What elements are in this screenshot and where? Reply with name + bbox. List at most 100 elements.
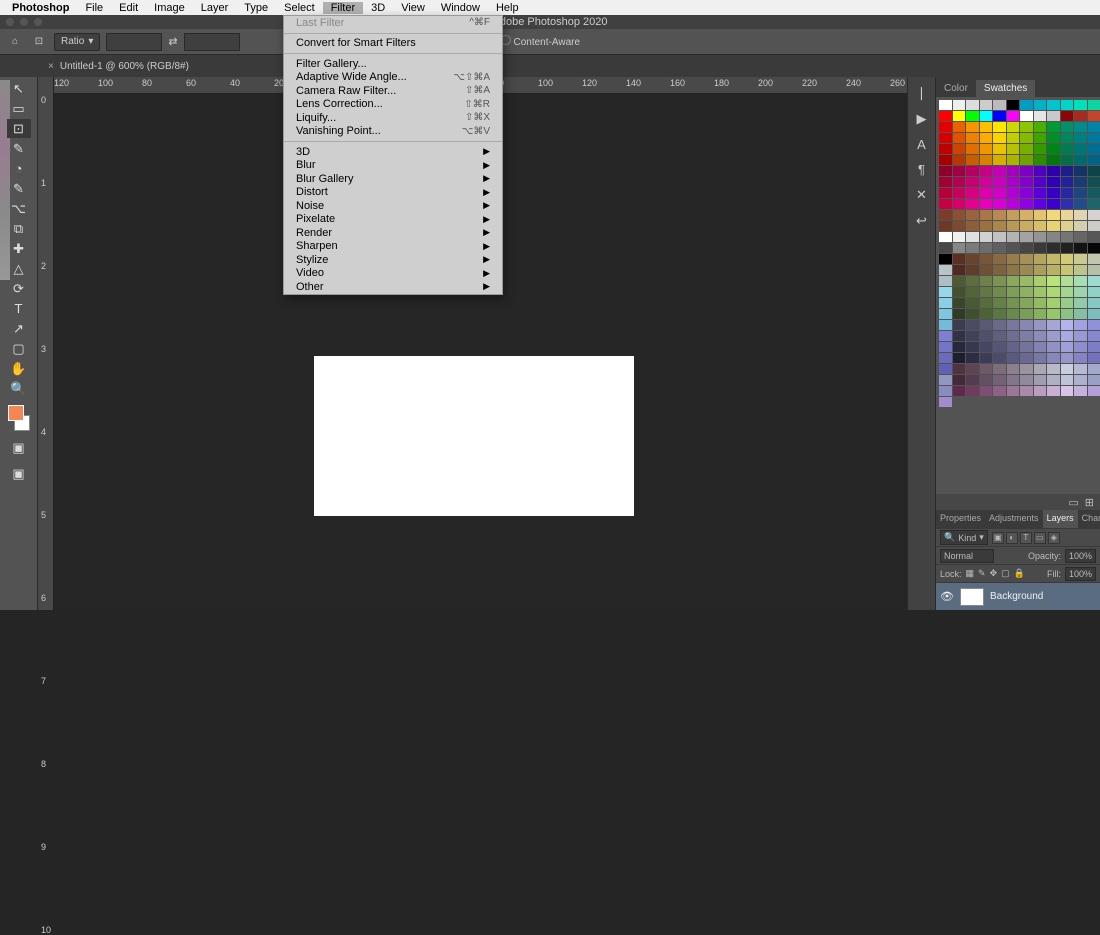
swatch[interactable] <box>939 386 952 396</box>
swatch[interactable] <box>1074 287 1087 297</box>
swatch[interactable] <box>1020 155 1033 165</box>
fill-input[interactable]: 100% <box>1065 567 1096 581</box>
screen-mode-button[interactable]: ▣ <box>7 464 31 483</box>
swatch[interactable] <box>1034 276 1047 286</box>
swatch[interactable] <box>993 331 1006 341</box>
swatch[interactable] <box>993 199 1006 209</box>
swatch[interactable] <box>1047 265 1060 275</box>
swatch[interactable] <box>1020 364 1033 374</box>
swatch[interactable] <box>1074 166 1087 176</box>
swatch[interactable] <box>1007 111 1020 121</box>
swatch[interactable] <box>953 265 966 275</box>
swatch[interactable] <box>993 298 1006 308</box>
swatch[interactable] <box>1020 287 1033 297</box>
swatch[interactable] <box>980 298 993 308</box>
new-swatch-icon[interactable]: ⊞ <box>1085 496 1094 509</box>
swatch[interactable] <box>1047 144 1060 154</box>
swatch[interactable] <box>993 122 1006 132</box>
lock-brush-icon[interactable]: ✎ <box>978 568 986 579</box>
swatch[interactable] <box>1034 221 1047 231</box>
swatch[interactable] <box>1020 331 1033 341</box>
marquee-tool[interactable]: ▭ <box>7 99 31 118</box>
swatch[interactable] <box>939 320 952 330</box>
swatch[interactable] <box>1034 122 1047 132</box>
swatch[interactable] <box>1061 254 1074 264</box>
swatch[interactable] <box>1088 133 1100 143</box>
swatch[interactable] <box>1074 221 1087 231</box>
folder-icon[interactable]: ▭ <box>1068 496 1078 509</box>
traffic-light-close[interactable] <box>6 18 14 26</box>
swatch[interactable] <box>993 232 1006 242</box>
swatch[interactable] <box>1007 177 1020 187</box>
swatch[interactable] <box>1074 254 1087 264</box>
swatch[interactable] <box>1061 155 1074 165</box>
swatch[interactable] <box>939 111 952 121</box>
swatch[interactable] <box>993 111 1006 121</box>
lock-position-icon[interactable]: ✥ <box>990 568 998 579</box>
tab-layers[interactable]: Layers <box>1043 510 1078 528</box>
swatch[interactable] <box>1074 309 1087 319</box>
swatch[interactable] <box>953 166 966 176</box>
menu-filter[interactable]: Filter <box>323 2 363 14</box>
para-icon[interactable]: ¶ <box>918 162 925 177</box>
swatch[interactable] <box>1034 188 1047 198</box>
swatch[interactable] <box>953 353 966 363</box>
content-aware-check[interactable]: Content-Aware <box>501 35 581 48</box>
swatch[interactable] <box>1020 320 1033 330</box>
tab-color[interactable]: Color <box>936 80 976 97</box>
swatch[interactable] <box>1074 265 1087 275</box>
opacity-input[interactable]: 100% <box>1065 549 1096 563</box>
swatch[interactable] <box>1074 320 1087 330</box>
swatch[interactable] <box>1074 210 1087 220</box>
swatch[interactable] <box>993 276 1006 286</box>
swatch[interactable] <box>1047 353 1060 363</box>
swatch[interactable] <box>1088 166 1100 176</box>
swatch[interactable] <box>1007 100 1020 110</box>
swatch[interactable] <box>1047 320 1060 330</box>
swatch[interactable] <box>1034 364 1047 374</box>
swatch[interactable] <box>953 177 966 187</box>
swatch[interactable] <box>1088 122 1100 132</box>
menuitem-other[interactable]: Other▶ <box>284 280 502 294</box>
swatch[interactable] <box>993 254 1006 264</box>
filter-pixel-icon[interactable]: ▣ <box>992 532 1004 544</box>
swatch[interactable] <box>953 364 966 374</box>
swatch[interactable] <box>1061 353 1074 363</box>
swatch[interactable] <box>1020 386 1033 396</box>
swatch[interactable] <box>953 210 966 220</box>
swatch[interactable] <box>1061 364 1074 374</box>
swatch[interactable] <box>966 155 979 165</box>
swatch[interactable] <box>1047 243 1060 253</box>
swatch[interactable] <box>993 166 1006 176</box>
swatch[interactable] <box>1007 375 1020 385</box>
lock-artboard-icon[interactable]: ▢ <box>1001 568 1010 579</box>
eyedropper-tool[interactable]: ✎ <box>7 139 31 158</box>
swatch[interactable] <box>1007 232 1020 242</box>
tab-channels[interactable]: Channels <box>1078 510 1100 528</box>
swatch[interactable] <box>966 243 979 253</box>
swatch[interactable] <box>1061 298 1074 308</box>
swatch[interactable] <box>953 199 966 209</box>
swatch[interactable] <box>1088 111 1100 121</box>
swatch[interactable] <box>1061 320 1074 330</box>
swatch[interactable] <box>1020 166 1033 176</box>
swatch[interactable] <box>1047 364 1060 374</box>
swatch[interactable] <box>1047 111 1060 121</box>
swatch[interactable] <box>980 155 993 165</box>
tab-adjustments[interactable]: Adjustments <box>985 510 1043 528</box>
swatch[interactable] <box>993 210 1006 220</box>
swatch[interactable] <box>1034 375 1047 385</box>
swatch[interactable] <box>1047 276 1060 286</box>
color-picker[interactable] <box>6 405 32 431</box>
menuitem-distort[interactable]: Distort▶ <box>284 186 502 200</box>
play-icon[interactable]: ▶ <box>917 111 927 127</box>
menuitem-vanishing-point-[interactable]: Vanishing Point...⌥⌘V <box>284 125 502 139</box>
swatch[interactable] <box>939 276 952 286</box>
traffic-light-max[interactable] <box>34 18 42 26</box>
swatch[interactable] <box>953 254 966 264</box>
swatch[interactable] <box>993 309 1006 319</box>
swatch[interactable] <box>953 276 966 286</box>
swatch[interactable] <box>993 221 1006 231</box>
swatch[interactable] <box>1020 254 1033 264</box>
swatch[interactable] <box>1088 188 1100 198</box>
